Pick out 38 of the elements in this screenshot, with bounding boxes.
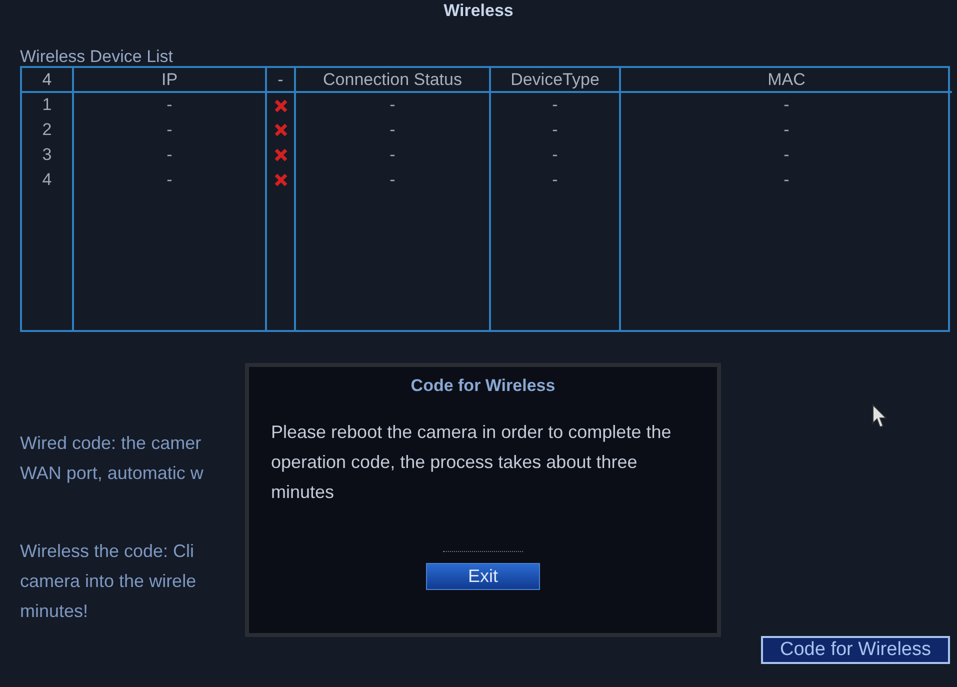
table-cell: -	[390, 120, 396, 138]
help-text: camera into the wirele	[20, 570, 198, 593]
mouse-pointer-icon	[872, 404, 888, 430]
table-cell: -	[390, 95, 396, 114]
code-for-wireless-button[interactable]: Code for Wireless	[761, 636, 950, 664]
window-title: Wireless	[442, 0, 514, 22]
table-cell: 4	[42, 170, 52, 188]
table-cell: 2	[42, 120, 52, 138]
table-cell: -	[784, 170, 790, 188]
table-cell: -	[390, 170, 396, 188]
dialog-title: Code for Wireless	[410, 375, 556, 397]
table-cell: -	[166, 120, 172, 138]
column-header: -	[278, 70, 284, 88]
table-cell: -	[390, 144, 396, 164]
table-cell: -	[784, 95, 790, 114]
table-cell: -	[166, 170, 172, 188]
help-text: Wireless the code: Cli	[20, 540, 196, 563]
table-cell: 1	[42, 95, 52, 114]
table-cell: 3	[42, 144, 52, 164]
exit-button[interactable]: Exit	[426, 562, 540, 590]
help-text: minutes!	[20, 600, 90, 623]
table-cell: -	[552, 120, 558, 138]
section-label: Wireless Device List	[20, 47, 174, 66]
dialog-message: Please reboot the camera in order to complete the operation code, the process takes about three minutes	[271, 420, 672, 504]
column-header: 4	[42, 70, 52, 88]
table-cell: -	[166, 144, 172, 164]
table-cell: -	[784, 120, 790, 138]
column-header: DeviceType	[510, 70, 600, 88]
table-cell: -	[784, 144, 790, 164]
help-text: Wired code: the camer	[20, 432, 202, 455]
table-cell: -	[552, 144, 558, 164]
help-text: WAN port, automatic w	[20, 462, 204, 485]
column-header: MAC	[768, 70, 806, 88]
table-cell: -	[552, 95, 558, 114]
column-header: Connection Status	[323, 70, 462, 88]
column-header: IP	[161, 70, 178, 88]
table-cell: -	[552, 170, 558, 188]
table-cell: -	[166, 95, 172, 114]
